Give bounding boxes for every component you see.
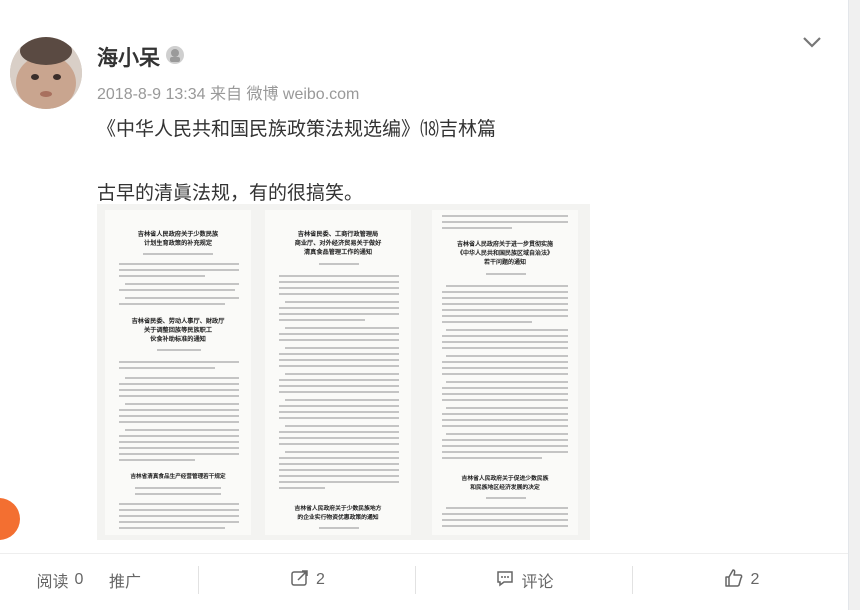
chevron-down-icon[interactable] — [800, 33, 824, 53]
divider — [198, 566, 199, 594]
comment-button[interactable]: 评论 — [417, 554, 632, 606]
divider — [415, 566, 416, 594]
doc-title: 《中华人民共和国民族区域自治法》 — [457, 249, 553, 257]
document-page-2: 吉林省民委、工商行政管理局 商业厅、对外经济贸易关于做好 清真食品管理工作的通知… — [265, 210, 411, 535]
weibo-post-card: 海小呆 2018-8-9 13:34 来自 微博 weibo.com 《中华人民… — [0, 0, 849, 610]
doc-title: 吉林省人民政府关于促进少数民族 — [462, 474, 549, 482]
doc-title: 吉林省人民政府关于少数民族地方 — [295, 504, 382, 512]
forward-button[interactable]: 2 — [200, 554, 415, 606]
post-timestamp[interactable]: 2018-8-9 13:34 — [97, 86, 206, 103]
comment-icon — [495, 568, 515, 593]
doc-title: 计划生育政策的补充规定 — [144, 239, 213, 247]
post-action-bar: 阅读 0 推广 2 评论 2 — [0, 553, 848, 606]
scrollbar[interactable] — [849, 0, 860, 610]
comment-label: 评论 — [521, 574, 554, 591]
post-meta: 2018-8-9 13:34 来自 微博 weibo.com — [97, 80, 359, 104]
membership-badge-icon — [165, 45, 185, 65]
promote-label: 推广 — [108, 574, 141, 591]
doc-title: 清真食品管理工作的通知 — [304, 248, 372, 256]
document-page-3: 吉林省人民政府关于进一步贯彻实施 《中华人民共和国民族区域自治法》 若干问题的通… — [432, 210, 578, 535]
doc-title: 伙食补助标准的通知 — [150, 335, 206, 343]
thumbs-up-icon — [723, 567, 745, 594]
post-text-line-2: 古早的清眞法规，有的很搞笑。 — [97, 183, 364, 204]
read-label: 阅读 — [36, 574, 69, 591]
forward-count: 2 — [316, 571, 325, 588]
divider — [632, 566, 633, 594]
doc-title: 吉林省人民政府关于进一步贯彻实施 — [457, 240, 553, 248]
doc-title: 吉林省民委、工商行政管理局 — [298, 230, 378, 238]
doc-title: 商业厅、对外经济贸易关于做好 — [295, 239, 382, 247]
forward-icon — [290, 568, 310, 593]
post-image[interactable]: 吉林省人民政府关于少数民族 计划生育政策的补充规定 吉林省民委、劳动人事厅、财政… — [97, 204, 590, 540]
read-count-value: 0 — [74, 571, 84, 588]
doc-title: 吉林省清真食品生产经营管理若干规定 — [130, 472, 226, 480]
text-lines — [119, 253, 239, 305]
avatar[interactable] — [10, 37, 82, 109]
post-text-line-1: 《中华人民共和国民族政策法规选编》⒅吉林篇 — [97, 119, 497, 140]
author-name[interactable]: 海小呆 — [97, 42, 160, 72]
doc-title: 吉林省民委、劳动人事厅、财政厅 — [132, 317, 226, 325]
doc-title: 关于调整回族等民族职工 — [144, 326, 213, 334]
source-prefix: 来自 — [209, 86, 242, 103]
doc-title: 若干问题的通知 — [484, 258, 526, 266]
promote-button[interactable]: 推广 — [100, 554, 150, 606]
doc-title: 吉林省人民政府关于少数民族 — [138, 230, 219, 238]
doc-title: 的企业实行物资优惠政策的通知 — [297, 513, 378, 521]
read-count: 阅读 0 — [20, 554, 100, 606]
post-source[interactable]: 微博 weibo.com — [246, 86, 359, 103]
doc-title: 和民族地区经济发展的决定 — [469, 483, 540, 491]
like-count: 2 — [750, 571, 760, 588]
document-page-1: 吉林省人民政府关于少数民族 计划生育政策的补充规定 吉林省民委、劳动人事厅、财政… — [105, 210, 251, 535]
like-button[interactable]: 2 — [634, 554, 848, 606]
